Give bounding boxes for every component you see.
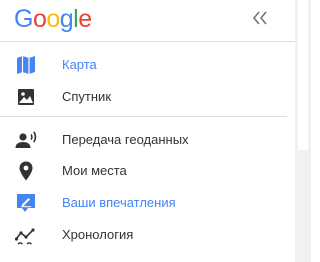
location-sharing-icon: [14, 129, 38, 151]
menu-item-map[interactable]: Карта: [0, 49, 287, 81]
logo-letter: e: [78, 5, 92, 33]
menu-item-your-contributions[interactable]: Ваши впечатления: [0, 187, 287, 219]
logo-letter: G: [14, 5, 33, 33]
menu-item-my-places[interactable]: Мои места: [0, 155, 287, 187]
menu-item-label: Мои места: [62, 163, 127, 178]
divider: [0, 41, 295, 42]
menu-item-label: Спутник: [62, 89, 112, 104]
logo-letter: o: [46, 5, 60, 33]
divider: [0, 116, 287, 117]
menu-header: Google: [0, 0, 295, 40]
menu-item-satellite[interactable]: Спутник: [0, 81, 287, 113]
menu-item-label: Ваши впечатления: [62, 195, 176, 210]
menu-item-label: Передача геоданных: [62, 132, 189, 147]
menu-item-label: Хронология: [62, 227, 134, 242]
your-contributions-icon: [14, 192, 38, 214]
satellite-image-icon: [14, 86, 38, 108]
menu-item-timeline[interactable]: Хронология: [0, 219, 287, 251]
google-logo[interactable]: Google: [14, 4, 92, 34]
menu-item-location-sharing[interactable]: Передача геоданных: [0, 124, 287, 156]
page-scrollbar[interactable]: [295, 0, 311, 262]
menu-item-label: Карта: [62, 57, 97, 72]
side-menu: Google Карта Спутник Передача геоданных …: [0, 0, 295, 262]
logo-letter: g: [59, 5, 74, 33]
collapse-menu-button[interactable]: [250, 8, 272, 28]
scrollbar-thumb[interactable]: [298, 0, 308, 150]
map-icon: [14, 54, 38, 76]
place-pin-icon: [14, 160, 38, 182]
double-chevron-left-icon: [252, 11, 267, 25]
logo-letter: o: [32, 5, 47, 33]
timeline-icon: [14, 224, 38, 246]
